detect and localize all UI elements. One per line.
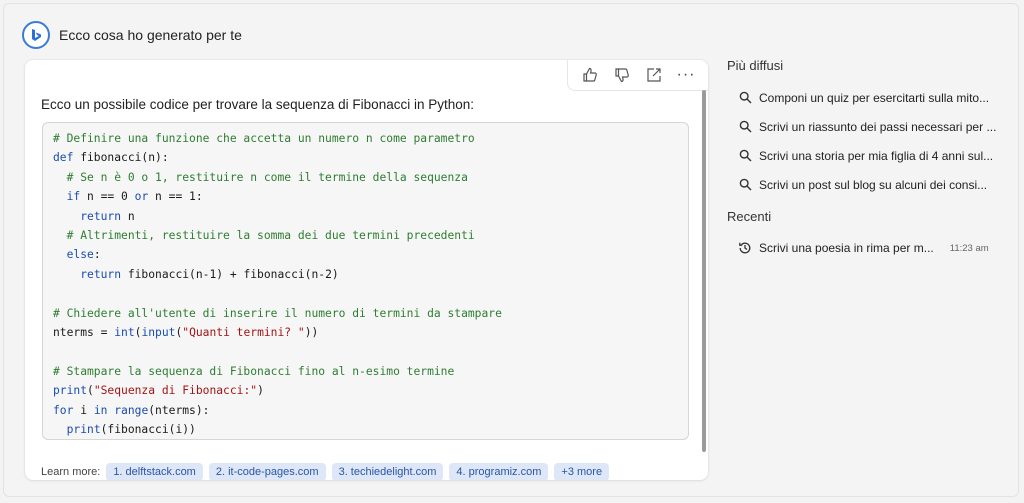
card-scrollbar[interactable] bbox=[702, 90, 706, 452]
response-intro: Ecco un possibile codice per trovare la … bbox=[41, 97, 474, 112]
search-icon bbox=[737, 177, 753, 193]
more-options-button[interactable]: ··· bbox=[670, 61, 702, 89]
recent-conversation[interactable]: Scrivi una poesia in rima per m... 11:23… bbox=[727, 234, 1007, 262]
response-card: ··· Ecco un possibile codice per trovare… bbox=[25, 60, 708, 480]
code-content: # Definire una funzione che accetta un n… bbox=[53, 132, 502, 437]
search-icon bbox=[737, 90, 753, 106]
popular-prompt-text: Scrivi un riassunto dei passi necessari … bbox=[759, 119, 997, 134]
thumbs-down-icon[interactable] bbox=[606, 61, 638, 89]
recent-conversation-time: 11:23 am bbox=[949, 242, 989, 254]
thumbs-up-icon[interactable] bbox=[574, 61, 606, 89]
source-link[interactable]: 1. delftstack.com bbox=[106, 463, 203, 480]
sidebar: Più diffusi Componi un quiz per esercita… bbox=[727, 58, 1007, 262]
source-link[interactable]: 2. it-code-pages.com bbox=[208, 463, 326, 480]
learn-more-label: Learn more: bbox=[41, 466, 101, 478]
source-link[interactable]: 3. techiedelight.com bbox=[331, 463, 444, 480]
search-icon bbox=[737, 119, 753, 135]
popular-prompt[interactable]: Scrivi una storia per mia figlia di 4 an… bbox=[727, 141, 1007, 170]
code-block: # Definire una funzione che accetta un n… bbox=[42, 122, 689, 440]
bing-logo-icon bbox=[22, 21, 50, 49]
popular-prompt-text: Scrivi una storia per mia figlia di 4 an… bbox=[759, 148, 994, 163]
popular-prompt[interactable]: Scrivi un post sul blog su alcuni dei co… bbox=[727, 170, 1007, 199]
history-icon bbox=[737, 240, 753, 256]
recent-conversation-text: Scrivi una poesia in rima per m... bbox=[759, 241, 934, 255]
more-sources-link[interactable]: +3 more bbox=[554, 463, 610, 480]
response-toolbar: ··· bbox=[567, 60, 708, 91]
source-link[interactable]: 4. programiz.com bbox=[449, 463, 549, 480]
popular-prompt-text: Componi un quiz per esercitarti sulla mi… bbox=[759, 90, 990, 105]
popular-prompt[interactable]: Scrivi un riassunto dei passi necessari … bbox=[727, 112, 1007, 141]
response-header: Ecco cosa ho generato per te bbox=[22, 20, 242, 50]
popular-heading: Più diffusi bbox=[727, 58, 784, 73]
popular-prompt-text: Scrivi un post sul blog su alcuni dei co… bbox=[759, 177, 988, 192]
popular-prompt[interactable]: Componi un quiz per esercitarti sulla mi… bbox=[727, 83, 1007, 112]
learn-more-row: Learn more: 1. delftstack.com 2. it-code… bbox=[41, 463, 615, 480]
share-icon[interactable] bbox=[638, 61, 670, 89]
recent-heading: Recenti bbox=[727, 209, 772, 224]
search-icon bbox=[737, 148, 753, 164]
header-title: Ecco cosa ho generato per te bbox=[59, 27, 242, 43]
